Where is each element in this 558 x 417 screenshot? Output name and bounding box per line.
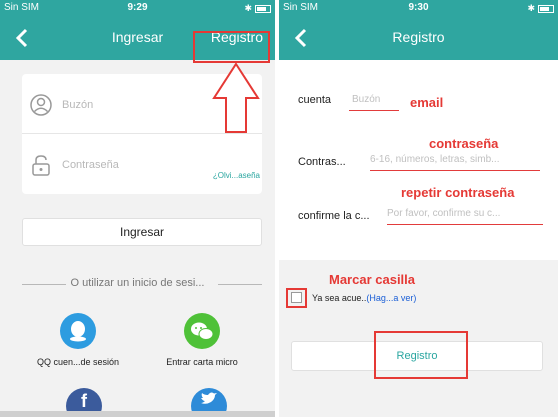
clock: 9:30 — [408, 2, 429, 13]
user-icon — [30, 94, 52, 116]
checkbox-highlight-box — [286, 288, 307, 308]
confirm-password-placeholder: Por favor, confirme su c... — [387, 208, 501, 219]
email-placeholder: Buzón — [62, 99, 94, 111]
terms-text: Ya sea acue..(Hag...a ver) — [312, 293, 416, 303]
qq-login-button[interactable]: QQ cuen...de sesión — [28, 313, 128, 367]
email-annotation: email — [410, 95, 444, 110]
terms-link[interactable]: (Hag...a ver) — [366, 293, 416, 303]
status-right: ✱ — [527, 3, 554, 14]
status-right: ✱ — [244, 3, 271, 14]
login-screen: Sin SIM 9:29 ✱ Ingresar Registro Buzón C… — [0, 0, 275, 417]
terms-label: Ya sea acue.. — [312, 293, 367, 303]
status-bar: Sin SIM 9:29 ✱ — [0, 0, 275, 16]
password-label: Contras... — [298, 156, 346, 168]
register-button-highlight-box — [374, 331, 468, 379]
bluetooth-icon: ✱ — [527, 3, 535, 13]
checkbox-annotation: Marcar casilla — [329, 272, 416, 287]
confirm-password-underline — [387, 224, 543, 225]
register-form: cuenta Buzón Contras... 6-16, números, l… — [279, 60, 558, 260]
confirm-password-label: confirme la c... — [298, 210, 370, 222]
home-indicator-bar — [0, 411, 275, 417]
battery-icon — [255, 4, 271, 13]
status-bar: Sin SIM 9:30 ✱ — [279, 0, 558, 16]
qq-icon — [60, 313, 96, 349]
register-screen: Sin SIM 9:30 ✱ Registro cuenta Buzón Con… — [279, 0, 558, 417]
register-highlight-box — [193, 31, 270, 63]
wechat-login-button[interactable]: Entrar carta micro — [152, 313, 252, 367]
lock-icon — [32, 155, 50, 176]
password-placeholder: 6-16, números, letras, simb... — [370, 154, 500, 165]
wechat-icon — [184, 313, 220, 349]
account-label: cuenta — [298, 94, 332, 106]
up-arrow-annotation-icon — [212, 62, 260, 133]
page-title: Registro — [392, 29, 445, 45]
forgot-password-link[interactable]: ¿Olvi...aseña — [213, 171, 260, 180]
battery-icon — [538, 4, 554, 13]
account-underline — [349, 110, 399, 111]
social-login-divider: O utilizar un inicio de sesi... — [70, 277, 205, 289]
login-button[interactable]: Ingresar — [22, 218, 262, 246]
qq-login-label: QQ cuen...de sesión — [36, 357, 120, 367]
nav-bar: Registro — [279, 16, 558, 60]
repeat-password-annotation: repetir contraseña — [401, 185, 515, 200]
wechat-login-label: Entrar carta micro — [166, 357, 238, 367]
password-placeholder: Contraseña — [62, 159, 119, 171]
password-annotation: contraseña — [429, 136, 499, 151]
password-underline — [370, 170, 540, 171]
password-field[interactable]: Contraseña ¿Olvi...aseña — [22, 134, 262, 194]
confirm-password-field[interactable]: confirme la c... Por favor, confirme su … — [279, 200, 558, 250]
clock: 9:29 — [127, 2, 148, 13]
bluetooth-icon: ✱ — [244, 3, 252, 13]
account-placeholder: Buzón — [352, 94, 381, 105]
